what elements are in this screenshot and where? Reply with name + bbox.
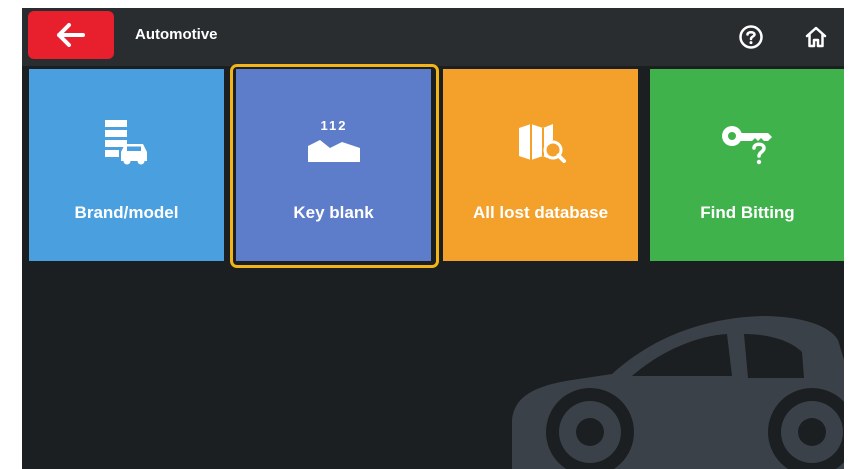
tile-brand-model[interactable]: Brand/model [29,69,224,261]
tile-find-bitting[interactable]: Find Bitting [650,69,844,261]
tile-label: All lost database [472,203,609,222]
database-search-icon [443,117,638,169]
selection-highlight [230,64,439,268]
help-circle-icon [739,25,763,49]
arrow-left-icon [57,23,85,47]
tile-label: Brand/model [74,203,179,222]
back-button[interactable] [28,11,114,59]
app-screen: Automotive Brand/model 112 Key blank All… [22,8,844,469]
page-title: Automotive [135,26,218,43]
key-question-icon [650,117,844,169]
brand-model-icon [29,117,224,169]
home-button[interactable] [801,22,831,52]
car-silhouette [512,316,844,469]
home-icon [805,26,827,48]
help-button[interactable] [736,22,766,52]
tile-all-lost-database[interactable]: All lost database [443,69,638,261]
top-bar: Automotive [22,8,844,66]
tile-label: Find Bitting [700,203,795,222]
